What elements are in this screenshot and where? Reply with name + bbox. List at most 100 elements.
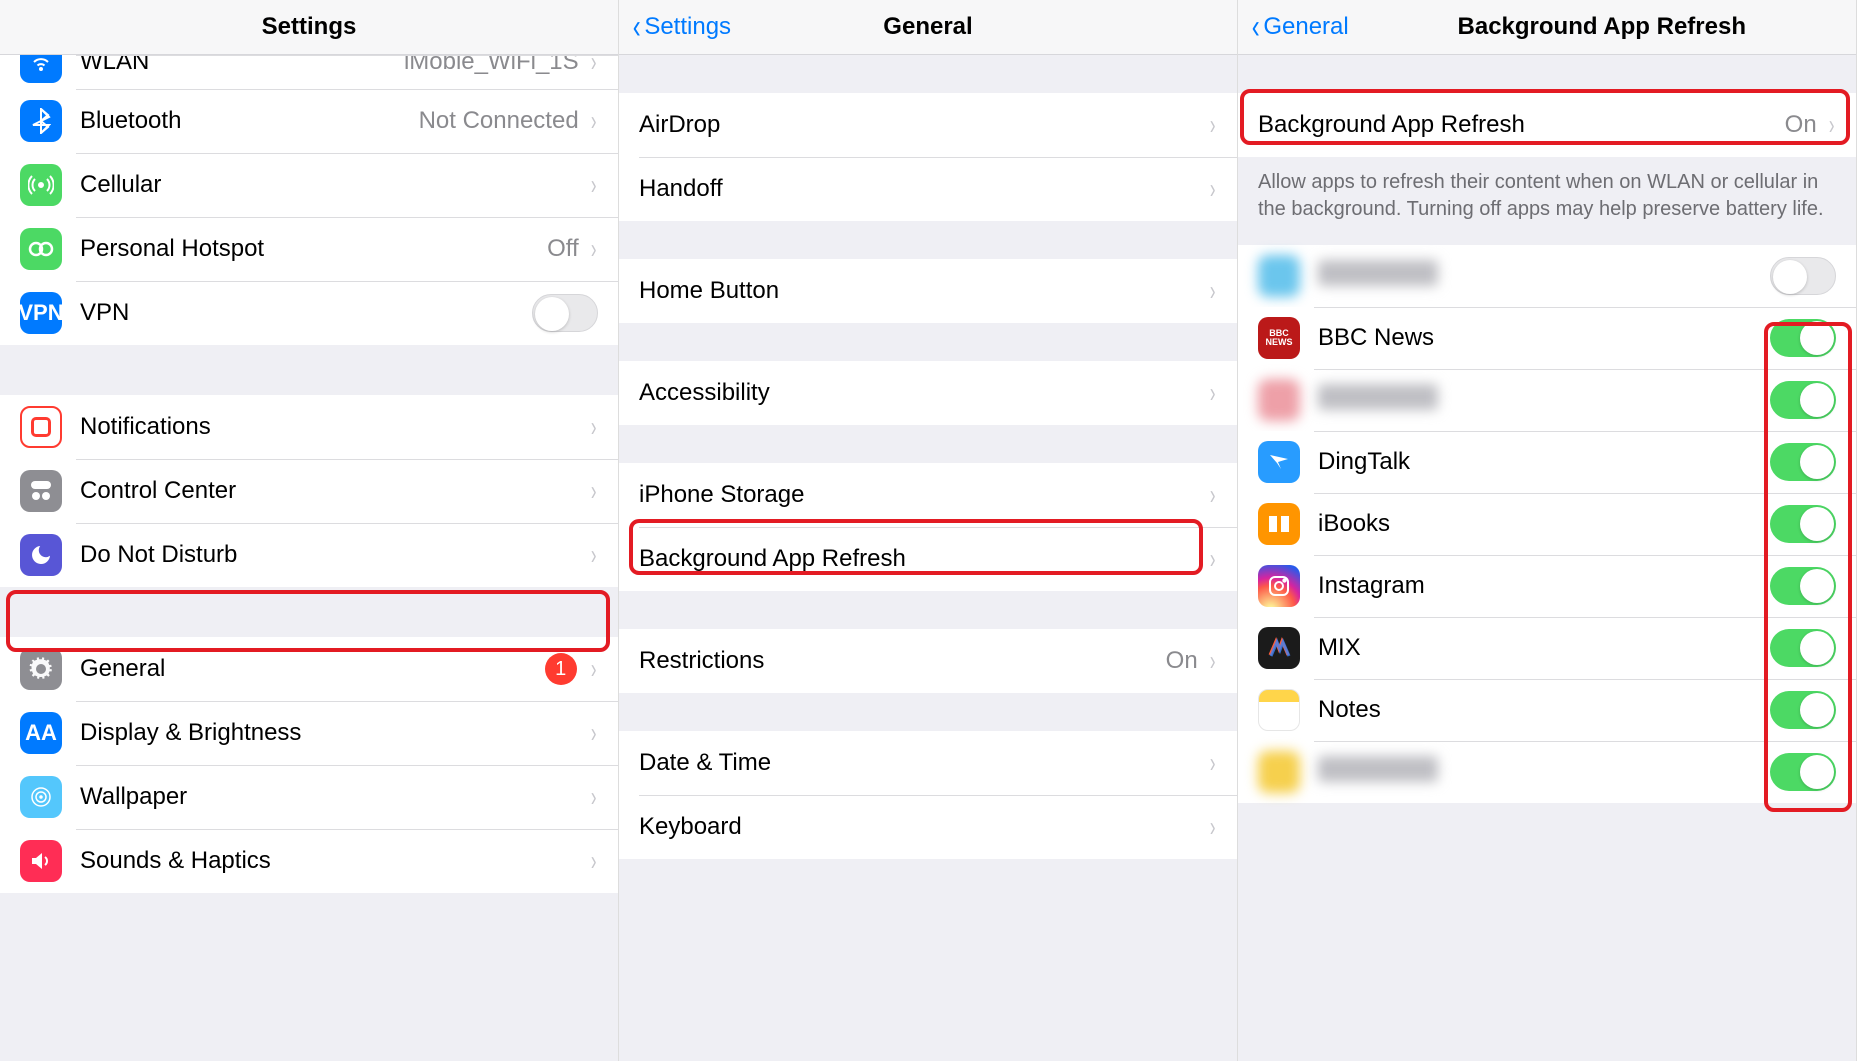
app-toggle[interactable]: [1770, 381, 1836, 419]
row-label: Display & Brightness: [80, 719, 589, 747]
row-label: Cellular: [80, 171, 589, 199]
row-sounds[interactable]: Sounds & Haptics ›: [0, 829, 618, 893]
app-row[interactable]: [1238, 245, 1856, 307]
nav-title: Background App Refresh: [1458, 13, 1746, 41]
row-hotspot[interactable]: Personal Hotspot Off ›: [0, 217, 618, 281]
row-label: Background App Refresh: [1258, 111, 1785, 139]
row-value: On: [1166, 647, 1198, 675]
app-row[interactable]: Notes: [1238, 679, 1856, 741]
chevron-right-icon: ›: [591, 411, 597, 443]
chevron-left-icon: ‹: [633, 10, 641, 44]
settings-list: WLAN iMobie_WiFi_1S › Bluetooth Not Conn…: [0, 55, 618, 1061]
row-label: VPN: [80, 299, 532, 327]
row-label: Handoff: [639, 175, 1208, 203]
row-background-app-refresh[interactable]: Background App Refresh ›: [619, 527, 1237, 591]
chevron-right-icon: ›: [591, 539, 597, 571]
back-button[interactable]: ‹ General: [1250, 10, 1349, 44]
row-control-center[interactable]: Control Center ›: [0, 459, 618, 523]
row-label: General: [80, 655, 545, 683]
chevron-right-icon: ›: [591, 233, 597, 265]
row-keyboard[interactable]: Keyboard ›: [619, 795, 1237, 859]
row-iphone-storage[interactable]: iPhone Storage ›: [619, 463, 1237, 527]
row-label: Home Button: [639, 277, 1208, 305]
app-row[interactable]: Instagram: [1238, 555, 1856, 617]
app-label: [1318, 756, 1770, 789]
nav-title: General: [883, 13, 972, 41]
app-label: BBC News: [1318, 324, 1770, 352]
app-row[interactable]: MIX: [1238, 617, 1856, 679]
app-toggle[interactable]: [1770, 319, 1836, 357]
general-icon: [20, 648, 62, 690]
row-label: Sounds & Haptics: [80, 847, 589, 875]
app-toggle[interactable]: [1770, 629, 1836, 667]
vpn-toggle[interactable]: [532, 294, 598, 332]
chevron-right-icon: ›: [591, 55, 597, 78]
app-toggle[interactable]: [1770, 443, 1836, 481]
app-label: MIX: [1318, 634, 1770, 662]
chevron-right-icon: ›: [1210, 645, 1216, 677]
row-restrictions[interactable]: Restrictions On ›: [619, 629, 1237, 693]
row-vpn[interactable]: VPN VPN: [0, 281, 618, 345]
app-toggle[interactable]: [1770, 505, 1836, 543]
chevron-right-icon: ›: [591, 475, 597, 507]
navbar-bar: ‹ General Background App Refresh: [1238, 0, 1856, 55]
chevron-left-icon: ‹: [1252, 10, 1260, 44]
row-notifications[interactable]: Notifications ›: [0, 395, 618, 459]
row-display[interactable]: AA Display & Brightness ›: [0, 701, 618, 765]
row-label: Background App Refresh: [639, 545, 1208, 573]
app-row[interactable]: DingTalk: [1238, 431, 1856, 493]
chevron-right-icon: ›: [1210, 275, 1216, 307]
row-label: Personal Hotspot: [80, 235, 547, 263]
row-handoff[interactable]: Handoff ›: [619, 157, 1237, 221]
app-row[interactable]: iBooks: [1238, 493, 1856, 555]
bbc-icon: BBCNEWS: [1258, 317, 1300, 359]
row-general[interactable]: General 1 ›: [0, 637, 618, 701]
general-panel: ‹ Settings General AirDrop › Handoff › H…: [619, 0, 1238, 1061]
back-label: General: [1263, 13, 1348, 41]
app-row[interactable]: [1238, 369, 1856, 431]
row-accessibility[interactable]: Accessibility ›: [619, 361, 1237, 425]
row-bar-master[interactable]: Background App Refresh On ›: [1238, 93, 1856, 157]
wallpaper-icon: [20, 776, 62, 818]
row-value: On: [1785, 111, 1817, 139]
row-date-time[interactable]: Date & Time ›: [619, 731, 1237, 795]
bar-list: Background App Refresh On › Allow apps t…: [1238, 55, 1856, 1061]
instagram-icon: [1258, 565, 1300, 607]
bluetooth-icon: [20, 100, 62, 142]
row-airdrop[interactable]: AirDrop ›: [619, 93, 1237, 157]
notes-icon: [1258, 689, 1300, 731]
chevron-right-icon: ›: [1210, 109, 1216, 141]
app-row[interactable]: [1238, 741, 1856, 803]
bar-panel: ‹ General Background App Refresh Backgro…: [1238, 0, 1857, 1061]
vpn-icon: VPN: [20, 292, 62, 334]
app-label: Instagram: [1318, 572, 1770, 600]
row-label: Restrictions: [639, 647, 1166, 675]
row-label: Bluetooth: [80, 107, 419, 135]
row-bluetooth[interactable]: Bluetooth Not Connected ›: [0, 89, 618, 153]
general-list: AirDrop › Handoff › Home Button › Access…: [619, 55, 1237, 1061]
app-label: Notes: [1318, 696, 1770, 724]
navbar-general: ‹ Settings General: [619, 0, 1237, 55]
row-home-button[interactable]: Home Button ›: [619, 259, 1237, 323]
chevron-right-icon: ›: [591, 845, 597, 877]
badge: 1: [545, 653, 577, 685]
app-toggle[interactable]: [1770, 257, 1836, 295]
row-cellular[interactable]: Cellular ›: [0, 153, 618, 217]
chevron-right-icon: ›: [591, 717, 597, 749]
row-wallpaper[interactable]: Wallpaper ›: [0, 765, 618, 829]
chevron-right-icon: ›: [1210, 747, 1216, 779]
app-toggle[interactable]: [1770, 691, 1836, 729]
app-toggle[interactable]: [1770, 567, 1836, 605]
app-toggle[interactable]: [1770, 753, 1836, 791]
back-button[interactable]: ‹ Settings: [631, 10, 731, 44]
app-label: [1318, 260, 1770, 293]
dnd-icon: [20, 534, 62, 576]
row-label: WLAN: [80, 55, 404, 76]
row-wlan[interactable]: WLAN iMobie_WiFi_1S ›: [0, 55, 618, 89]
app-row[interactable]: BBCNEWS BBC News: [1238, 307, 1856, 369]
navbar-settings: Settings: [0, 0, 618, 55]
chevron-right-icon: ›: [591, 781, 597, 813]
row-dnd[interactable]: Do Not Disturb ›: [0, 523, 618, 587]
row-label: Keyboard: [639, 813, 1208, 841]
sounds-icon: [20, 840, 62, 882]
